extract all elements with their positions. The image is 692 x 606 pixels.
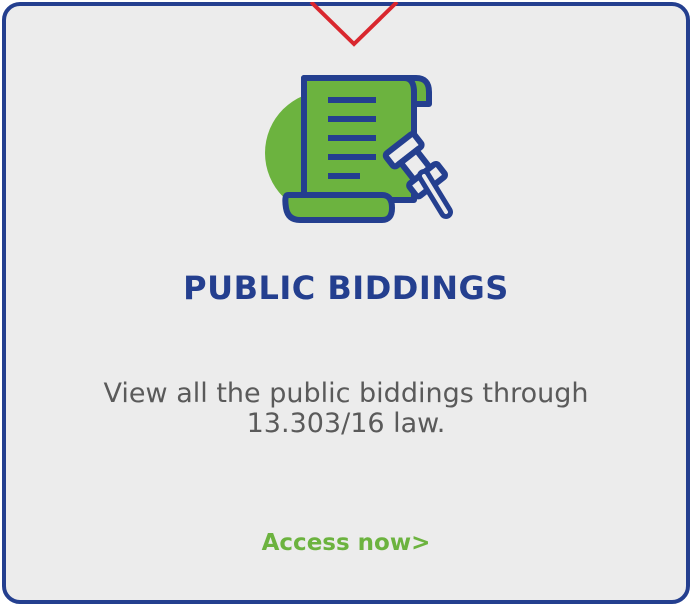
access-now-link[interactable]: Access now> (6, 530, 686, 556)
public-biddings-card[interactable]: PUBLIC BIDDINGS View all the public bidd… (2, 2, 690, 604)
scroll-gavel-icon (265, 75, 453, 223)
card-description: View all the public biddings through 13.… (103, 378, 589, 439)
card-title: PUBLIC BIDDINGS (183, 269, 509, 307)
pointer-notch-icon (309, 2, 399, 47)
